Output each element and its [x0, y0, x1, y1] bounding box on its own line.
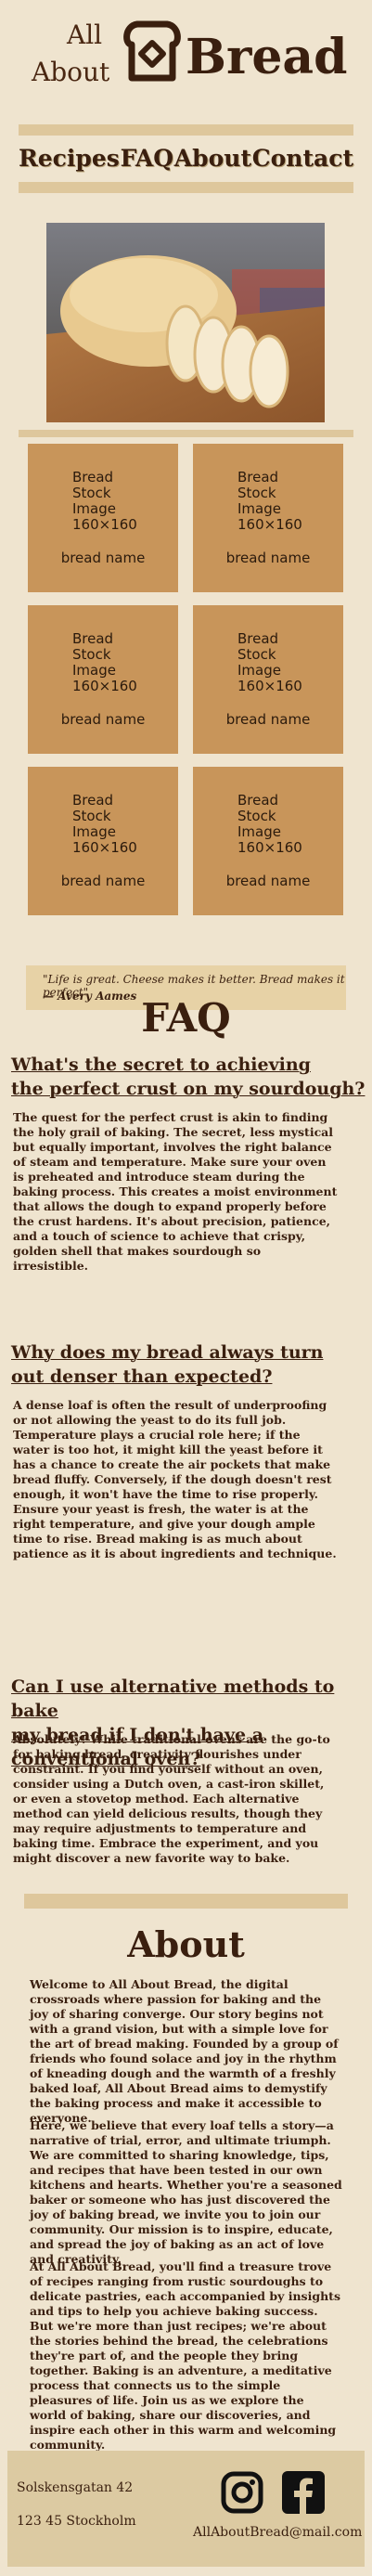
site-footer: Solskensgatan 42 123 45 Stockholm AllAbo… [7, 2451, 365, 2567]
nav-link-faq[interactable]: FAQ [121, 145, 173, 172]
nav-divider-bottom [19, 182, 353, 193]
instagram-icon[interactable] [221, 2471, 263, 2514]
bread-card-image-placeholder: Bread Stock Image 160×160 [72, 792, 137, 856]
hero-bread-image [46, 223, 325, 422]
bread-card[interactable]: Bread Stock Image 160×160 bread name [28, 767, 178, 915]
bread-card[interactable]: Bread Stock Image 160×160 bread name [193, 444, 343, 592]
facebook-icon[interactable] [282, 2471, 325, 2514]
faq-question-1-line2: the perfect crust on my sourdough? [11, 1079, 366, 1099]
main-nav: Recipes FAQ About Contact [19, 139, 353, 176]
about-title: About [127, 1923, 245, 1965]
bread-card-image-placeholder: Bread Stock Image 160×160 [72, 630, 137, 694]
bread-card-name: bread name [60, 550, 146, 566]
site-header: All About Bread [0, 0, 372, 111]
bread-card-image-placeholder: Bread Stock Image 160×160 [237, 792, 302, 856]
logo-brand-name: Bread [186, 29, 348, 85]
faq-title: FAQ [141, 995, 231, 1041]
bread-card[interactable]: Bread Stock Image 160×160 bread name [193, 605, 343, 754]
bread-logo-icon [123, 20, 181, 82]
faq-answer-2: A dense loaf is often the result of unde… [13, 1398, 337, 1560]
gallery-divider [19, 430, 353, 437]
faq-question-2-line2: out denser than expected? [11, 1366, 273, 1387]
logo-text-all: All [67, 19, 103, 50]
faq-question-2-line1: Why does my bread always turn [11, 1342, 324, 1363]
bread-card-name: bread name [225, 711, 311, 728]
faq-question-1: What's the secret to achieving the perfe… [11, 1053, 365, 1101]
bread-gallery: Bread Stock Image 160×160 bread name Bre… [28, 444, 344, 945]
about-paragraph-3: At All About Bread, you'll find a treasu… [30, 2259, 340, 2452]
bread-card-name: bread name [60, 711, 146, 728]
page: All About Bread Recipes FAQ About Contac… [0, 0, 372, 2576]
bread-card-name: bread name [225, 873, 311, 889]
nav-link-about[interactable]: About [174, 145, 251, 172]
faq-question-2: Why does my bread always turn out denser… [11, 1340, 323, 1389]
bread-card-image-placeholder: Bread Stock Image 160×160 [72, 469, 137, 533]
bread-card[interactable]: Bread Stock Image 160×160 bread name [28, 605, 178, 754]
about-paragraph-2: Here, we believe that every loaf tells a… [30, 2118, 342, 2266]
bread-card-image-placeholder: Bread Stock Image 160×160 [237, 630, 302, 694]
nav-link-contact[interactable]: Contact [252, 145, 353, 172]
faq-answer-3: Absolutely! While traditional ovens are … [13, 1732, 330, 1865]
bread-card[interactable]: Bread Stock Image 160×160 bread name [28, 444, 178, 592]
logo-text-about: About [32, 57, 110, 87]
nav-divider-top [19, 124, 353, 136]
about-divider [24, 1894, 348, 1909]
footer-address-city: 123 45 Stockholm [17, 2514, 136, 2529]
bread-card-name: bread name [225, 550, 311, 566]
faq-answer-1: The quest for the perfect crust is akin … [13, 1110, 338, 1273]
bread-card-name: bread name [60, 873, 146, 889]
footer-email[interactable]: AllAboutBread@mail.com [193, 2525, 362, 2540]
faq-question-1-line1: What's the secret to achieving [11, 1055, 311, 1075]
faq-question-3-line1: Can I use alternative methods to bake [11, 1676, 335, 1721]
footer-address-street: Solskensgatan 42 [17, 2480, 134, 2495]
nav-link-recipes[interactable]: Recipes [19, 145, 120, 172]
bread-card-image-placeholder: Bread Stock Image 160×160 [237, 469, 302, 533]
about-paragraph-1: Welcome to All About Bread, the digital … [30, 1977, 339, 2125]
bread-card[interactable]: Bread Stock Image 160×160 bread name [193, 767, 343, 915]
